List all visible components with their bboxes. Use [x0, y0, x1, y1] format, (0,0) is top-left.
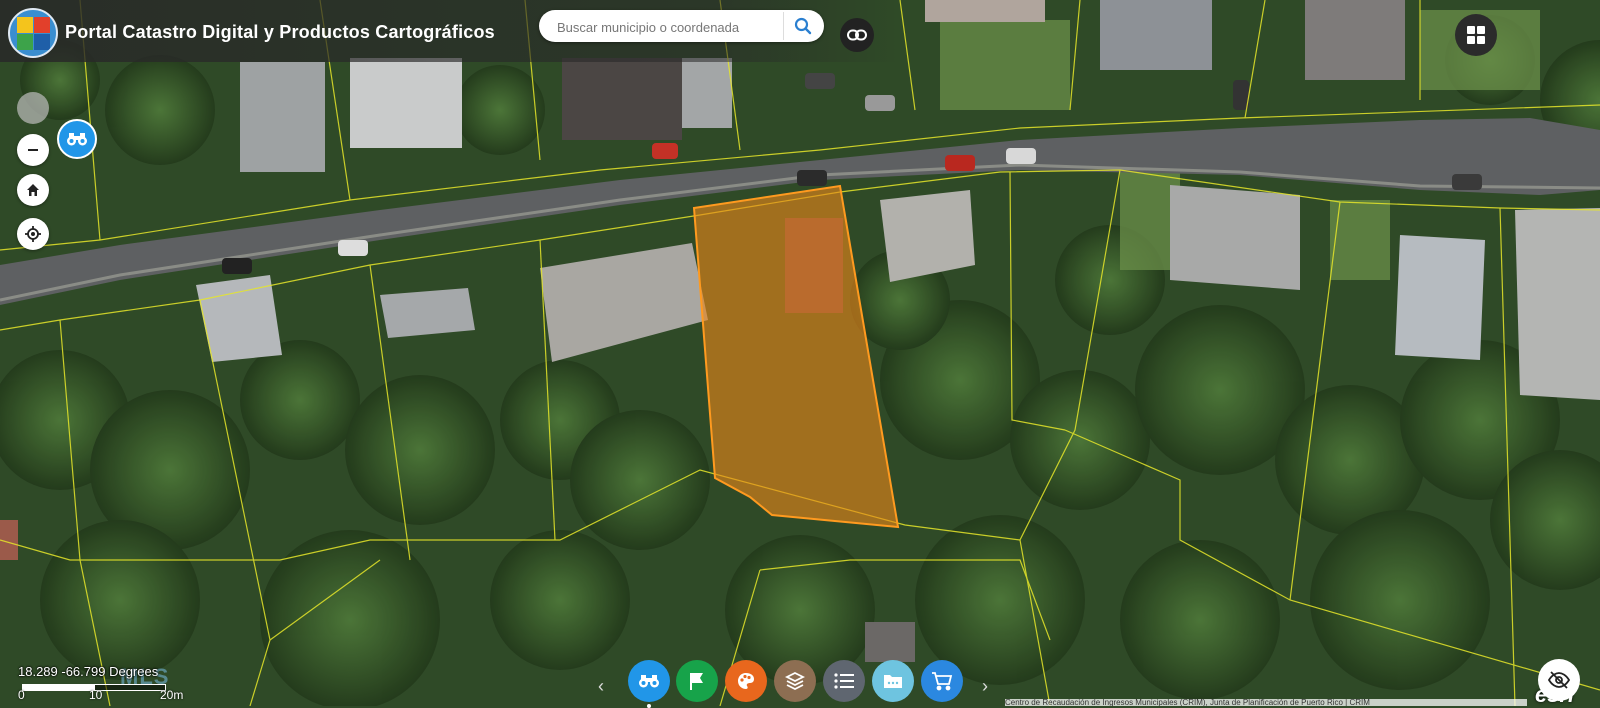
folder-icon — [884, 675, 902, 688]
minus-icon — [28, 149, 38, 151]
cart-icon — [932, 672, 953, 691]
bottom-toolbar — [603, 660, 993, 708]
zoom-in-button[interactable] — [17, 92, 49, 124]
app-title: Portal Catastro Digital y Productos Cart… — [65, 22, 495, 42]
toolbar-next-arrow[interactable]: › — [982, 676, 988, 697]
toolbar-basemaps-button[interactable] — [725, 660, 767, 702]
eye-off-icon — [1548, 671, 1570, 689]
logo-square-blue — [34, 34, 50, 50]
search-input[interactable] — [555, 16, 779, 38]
toolbar-cart-button[interactable] — [921, 660, 963, 702]
active-indicator-dot — [647, 704, 651, 708]
zoom-out-button[interactable] — [17, 134, 49, 166]
share-link-button[interactable] — [840, 18, 874, 52]
scale-label-0: 0 — [18, 688, 25, 702]
toolbar-legend-button[interactable] — [823, 660, 865, 702]
locate-icon — [25, 226, 41, 242]
flag-icon — [690, 673, 703, 690]
identify-button[interactable] — [57, 119, 97, 159]
toolbar-identify-button[interactable] — [628, 660, 670, 702]
map-canvas[interactable] — [0, 0, 1600, 706]
apps-menu-button[interactable] — [1455, 14, 1497, 56]
grid-icon — [1467, 26, 1485, 44]
binoculars-icon — [67, 133, 87, 146]
palette-icon — [738, 673, 754, 689]
list-icon — [834, 673, 854, 689]
toolbar-documents-button[interactable] — [872, 660, 914, 702]
search-icon — [794, 17, 812, 35]
map-attribution: Centro de Recaudación de Ingresos Munici… — [1005, 699, 1527, 706]
logo-square-red — [34, 17, 50, 33]
scale-bar-segment — [94, 684, 166, 691]
scale-bar-segment — [22, 684, 94, 691]
home-icon — [27, 184, 39, 196]
logo-square-yellow — [17, 17, 33, 33]
logo-square-green — [17, 34, 33, 50]
selected-parcel-building — [785, 218, 843, 313]
search-button[interactable] — [783, 12, 822, 40]
scale-label-20m: 20m — [160, 688, 184, 702]
toolbar-layers-button[interactable] — [774, 660, 816, 702]
search-box — [539, 10, 824, 42]
app-logo[interactable] — [8, 8, 58, 58]
scale-label-10: 10 — [89, 688, 103, 702]
home-button[interactable] — [17, 174, 49, 206]
coordinate-readout: 18.289 -66.799 Degrees — [18, 664, 159, 679]
toggle-visibility-button[interactable] — [1538, 659, 1580, 701]
binoculars-icon — [639, 675, 659, 688]
locate-button[interactable] — [17, 218, 49, 250]
toolbar-bookmarks-button[interactable] — [676, 660, 718, 702]
link-icon — [847, 29, 867, 41]
layers-icon — [785, 671, 805, 691]
